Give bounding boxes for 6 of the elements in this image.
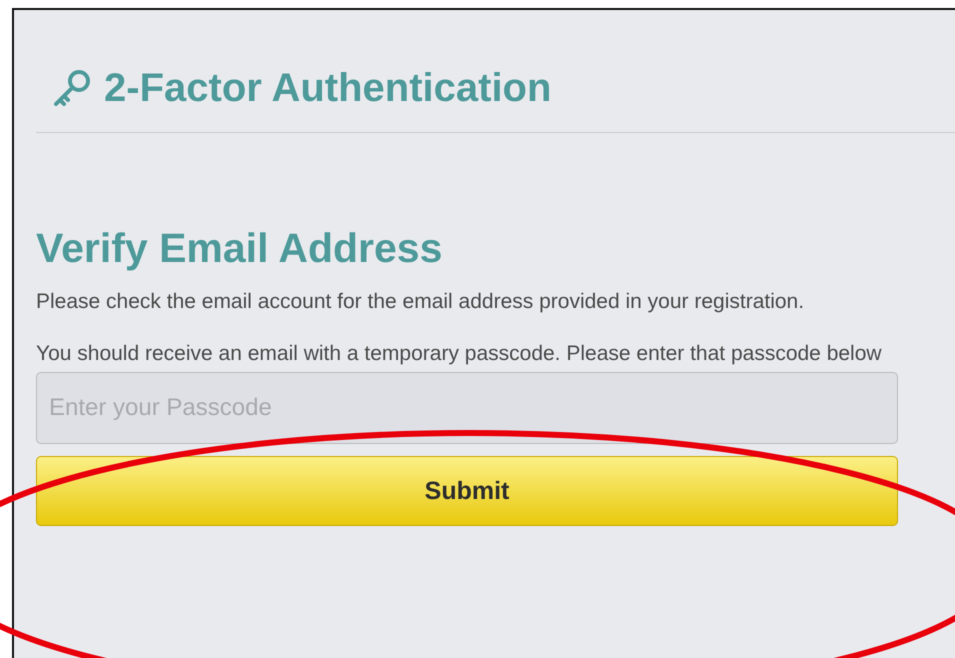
- page-title: 2-Factor Authentication: [104, 66, 552, 110]
- instruction-text: You should receive an email with a temporary passcode. Please enter that passcode below: [36, 341, 883, 367]
- submit-button[interactable]: Submit: [36, 456, 898, 526]
- section-heading: Verify Email Address: [36, 225, 444, 272]
- instruction-text: Please check the email account for the email address provided in your registration.: [36, 289, 806, 315]
- passcode-field[interactable]: Enter your Passcode: [36, 372, 898, 444]
